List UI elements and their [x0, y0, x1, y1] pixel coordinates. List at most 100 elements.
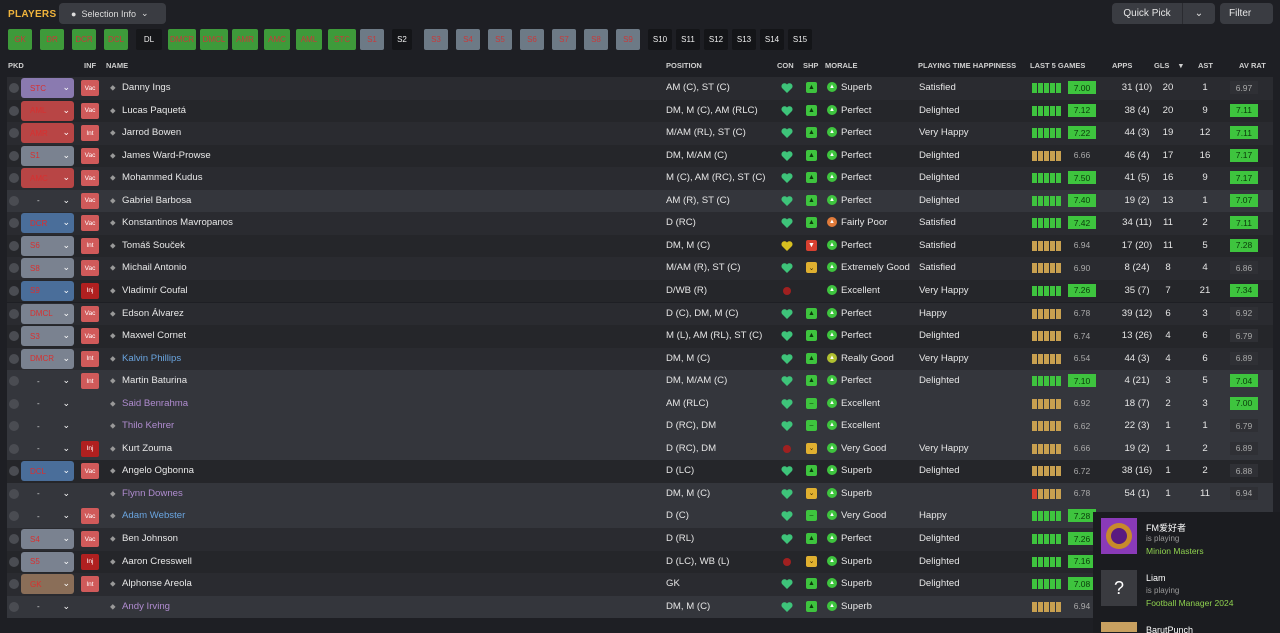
table-row[interactable]: - ⌄ ⬥ Thilo Kehrer D (RC), DM – ▲ Excellent 6.62… [7, 415, 1273, 438]
table-row[interactable]: S4 ⌄ Vac ⬥ Ben Johnson D (RL) ▲ ▲ Perfect Delight… [7, 528, 1273, 551]
tab-dr[interactable]: DR [40, 29, 64, 50]
tab-dmcl[interactable]: DMCL [200, 29, 228, 50]
tab-s6[interactable]: S6 [520, 29, 544, 50]
table-row[interactable]: - ⌄ ⬥ Said Benrahma AM (RLC) – ▲ Excellent 6.92 1… [7, 392, 1273, 416]
select-checkbox[interactable] [9, 421, 19, 432]
pkd-dropdown[interactable]: S5 ⌄ [21, 551, 74, 572]
pkd-dropdown[interactable]: AMR ⌄ [21, 123, 74, 144]
player-name[interactable]: Flynn Downes [122, 488, 183, 499]
pkd-dropdown[interactable]: S4 ⌄ [21, 529, 74, 549]
select-checkbox[interactable] [9, 128, 19, 139]
pkd-dropdown[interactable]: - ⌄ [21, 597, 74, 617]
select-checkbox[interactable] [9, 376, 19, 387]
pkd-dropdown[interactable]: - ⌄ [21, 484, 74, 504]
select-checkbox[interactable] [9, 285, 19, 296]
player-name[interactable]: James Ward-Prowse [122, 150, 211, 161]
col-pkd[interactable]: PKD [8, 61, 24, 70]
table-row[interactable]: S6 ⌄ Int ⬥ Tomáš Souček DM, M (C) ▼ ▲ Perfect Sat… [7, 234, 1273, 258]
tab-amr[interactable]: AMR [232, 29, 258, 50]
table-row[interactable]: S8 ⌄ Vac ⬥ Michail Antonio M/AM (R), ST (C) ⌄ ▲… [7, 257, 1273, 280]
select-checkbox[interactable] [9, 443, 19, 454]
selection-info-button[interactable]: ● Selection Info ⌄ [59, 3, 166, 24]
player-name[interactable]: Vladimír Coufal [122, 285, 188, 296]
tab-gk[interactable]: GK [8, 29, 32, 50]
table-row[interactable]: S9 ⌄ Inj ⬥ Vladimír Coufal D/WB (R) ▲ Excellent… [7, 279, 1273, 303]
player-name[interactable]: Michail Antonio [122, 262, 187, 273]
select-checkbox[interactable] [9, 218, 19, 229]
player-name[interactable]: Jarrod Bowen [122, 127, 181, 138]
tab-s8[interactable]: S8 [584, 29, 608, 50]
tab-s15[interactable]: S15 [788, 29, 812, 50]
table-row[interactable]: AML ⌄ Vac ⬥ Lucas Paquetá DM, M (C), AM (RLC)… [7, 99, 1273, 123]
col-position[interactable]: POSITION [666, 61, 702, 70]
player-name[interactable]: Alphonse Areola [122, 578, 192, 589]
tab-s1[interactable]: S1 [360, 29, 384, 50]
select-checkbox[interactable] [9, 83, 19, 93]
table-row[interactable]: GK ⌄ Int ⬥ Alphonse Areola GK ▲ ▲ Superb Delighte… [7, 573, 1273, 596]
col-name[interactable]: NAME [106, 61, 128, 70]
table-row[interactable]: - ⌄ Vac ⬥ Gabriel Barbosa AM (R), ST (C) ▲ ▲ Per… [7, 189, 1273, 213]
player-name[interactable]: Angelo Ogbonna [122, 465, 194, 476]
col-apps[interactable]: APPS [1112, 61, 1132, 70]
pkd-dropdown[interactable]: STC ⌄ [21, 78, 74, 98]
pkd-dropdown[interactable]: - ⌄ [21, 439, 74, 459]
table-row[interactable]: - ⌄ ⬥ Flynn Downes DM, M (C) ⌄ ▲ Superb 6.78 54 (… [7, 482, 1273, 506]
select-checkbox[interactable] [9, 195, 19, 206]
table-row[interactable]: DMCL ⌄ Vac ⬥ Edson Álvarez D (C), DM, M (C) ▲ ▲… [7, 302, 1273, 325]
select-checkbox[interactable] [9, 105, 19, 116]
player-name[interactable]: Lucas Paquetá [122, 105, 186, 116]
select-checkbox[interactable] [9, 466, 19, 477]
col-morale[interactable]: MORALE [825, 61, 858, 70]
pkd-dropdown[interactable]: DMCR ⌄ [21, 348, 74, 369]
player-name[interactable]: Maxwel Cornet [122, 330, 186, 341]
pkd-dropdown[interactable]: - ⌄ [21, 371, 74, 391]
select-checkbox[interactable] [9, 579, 19, 590]
player-name[interactable]: Kalvin Phillips [122, 353, 181, 364]
table-row[interactable]: S5 ⌄ Inj ⬥ Aaron Cresswell D (LC), WB (L) ⌄ ▲ Su… [7, 550, 1273, 574]
tab-s12[interactable]: S12 [704, 29, 728, 50]
tab-s7[interactable]: S7 [552, 29, 576, 50]
table-row[interactable]: S3 ⌄ Vac ⬥ Maxwel Cornet M (L), AM (RL), ST (… [7, 325, 1273, 348]
col-last5[interactable]: LAST 5 GAMES [1030, 61, 1085, 70]
tab-aml[interactable]: AML [296, 29, 322, 50]
table-row[interactable]: - ⌄ Inj ⬥ Kurt Zouma D (RC), DM ⌄ ▲ Very Good Ver… [7, 437, 1273, 461]
player-name[interactable]: Tomáš Souček [122, 240, 185, 251]
pkd-dropdown[interactable]: - ⌄ [21, 416, 74, 436]
player-name[interactable]: Ben Johnson [122, 533, 178, 544]
tab-s4[interactable]: S4 [456, 29, 480, 50]
player-name[interactable]: Edson Álvarez [122, 308, 184, 319]
tab-amc[interactable]: AMC [264, 29, 290, 50]
table-row[interactable]: S1 ⌄ Vac ⬥ James Ward-Prowse DM, M/AM (C) ▲ ▲ Pe… [7, 144, 1273, 168]
select-checkbox[interactable] [9, 556, 19, 567]
pkd-dropdown[interactable]: - ⌄ [21, 191, 74, 211]
select-checkbox[interactable] [9, 353, 19, 364]
tab-s5[interactable]: S5 [488, 29, 512, 50]
pkd-dropdown[interactable]: S3 ⌄ [21, 326, 74, 347]
tab-s9[interactable]: S9 [616, 29, 640, 50]
player-name[interactable]: Kurt Zouma [122, 443, 172, 454]
tab-s14[interactable]: S14 [760, 29, 784, 50]
table-row[interactable]: AMR ⌄ Int ⬥ Jarrod Bowen M/AM (RL), ST (C) ▲ ▲ P… [7, 122, 1273, 145]
player-name[interactable]: Aaron Cresswell [122, 556, 192, 567]
pkd-dropdown[interactable]: AML ⌄ [21, 100, 74, 121]
select-checkbox[interactable] [9, 173, 19, 184]
tab-dl[interactable]: DL [136, 29, 162, 50]
select-checkbox[interactable] [9, 534, 19, 544]
player-name[interactable]: Martin Baturina [122, 375, 187, 386]
tab-dcl[interactable]: DCL [104, 29, 128, 50]
pkd-dropdown[interactable]: AMC ⌄ [21, 168, 74, 189]
pkd-dropdown[interactable]: DCL ⌄ [21, 461, 74, 482]
player-name[interactable]: Andy Irving [122, 601, 170, 612]
select-checkbox[interactable] [9, 263, 19, 274]
pkd-dropdown[interactable]: S9 ⌄ [21, 280, 74, 301]
pkd-dropdown[interactable]: S8 ⌄ [21, 258, 74, 279]
col-shp[interactable]: SHP [803, 61, 818, 70]
table-row[interactable]: AMC ⌄ Vac ⬥ Mohammed Kudus M (C), AM (RC), ST… [7, 167, 1273, 190]
player-name[interactable]: Gabriel Barbosa [122, 195, 191, 206]
table-row[interactable]: DCL ⌄ Vac ⬥ Angelo Ogbonna D (LC) ▲ ▲ Superb Deli… [7, 460, 1273, 483]
col-inf[interactable]: INF [84, 61, 96, 70]
table-row[interactable]: STC ⌄ Vac ⬥ Danny Ings AM (C), ST (C) ▲ ▲ Superb… [7, 77, 1273, 100]
table-row[interactable]: - ⌄ ⬥ Andy Irving DM, M (C) ▲ ▲ Superb 6.94 [7, 595, 1273, 619]
table-row[interactable]: DMCR ⌄ Int ⬥ Kalvin Phillips DM, M (C) ▲ ▲ Reall… [7, 347, 1273, 371]
player-name[interactable]: Adam Webster [122, 510, 185, 521]
